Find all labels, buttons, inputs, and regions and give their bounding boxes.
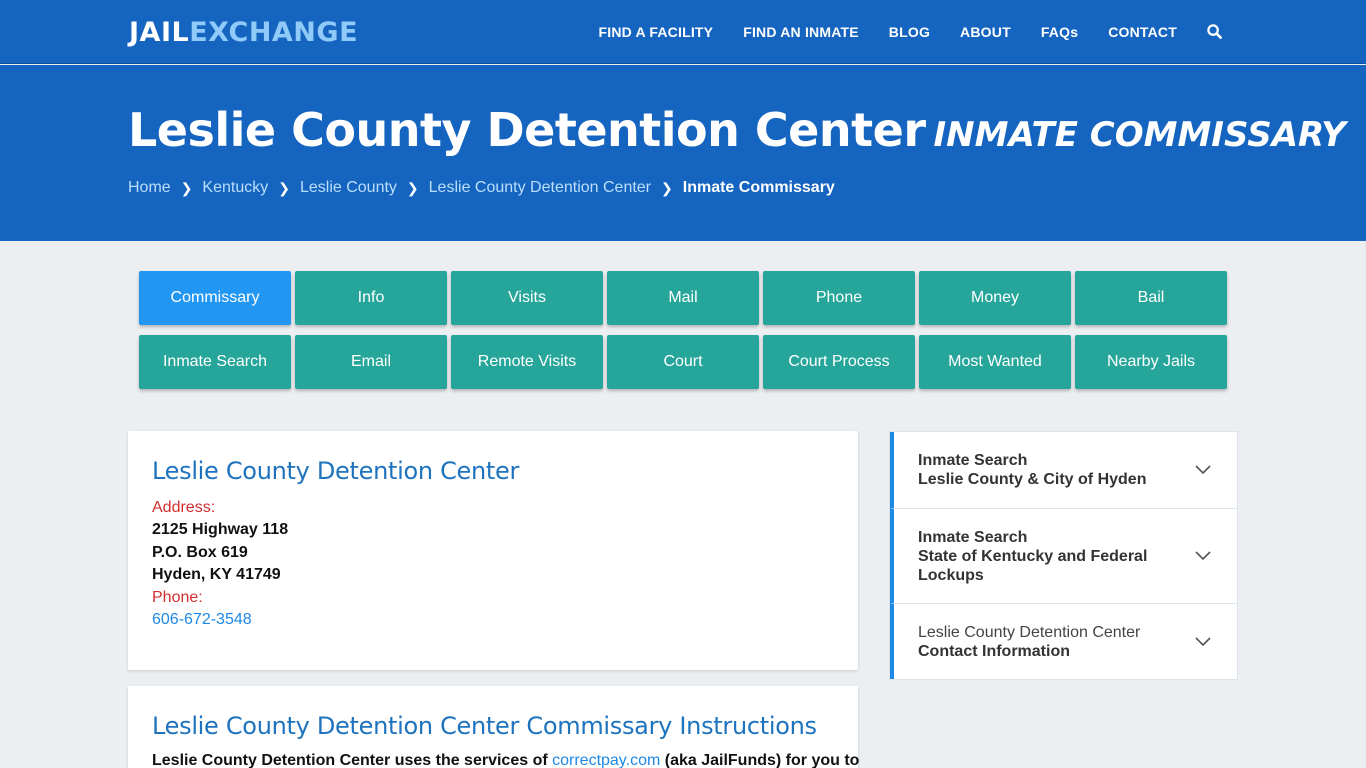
logo-part-1: JAIL: [129, 17, 190, 48]
accordion-subtitle: State of Kentucky and Federal Lockups: [918, 547, 1148, 584]
accordion-title: Inmate Search: [918, 452, 1028, 469]
tab-bail[interactable]: Bail: [1075, 271, 1227, 325]
accordion-contact-info[interactable]: Leslie County Detention Center Contact I…: [890, 604, 1237, 679]
instructions-heading: Leslie County Detention Center Commissar…: [152, 712, 817, 740]
address-line-1: 2125 Highway 118: [152, 521, 289, 538]
breadcrumb-county[interactable]: Leslie County: [300, 179, 397, 197]
search-icon[interactable]: [1207, 24, 1223, 40]
facility-name-heading: Leslie County Detention Center: [152, 457, 520, 485]
nav-blog[interactable]: BLOG: [889, 24, 930, 40]
nav-faqs[interactable]: FAQs: [1041, 24, 1078, 40]
tab-commissary[interactable]: Commissary: [139, 271, 291, 325]
chevron-down-icon: [1195, 636, 1211, 646]
site-logo[interactable]: JAILEXCHANGE: [129, 17, 358, 48]
page-title-main: Leslie County Detention Center: [128, 103, 926, 157]
chevron-right-icon: ❯: [661, 179, 673, 196]
accordion-title: Leslie County Detention Center: [918, 623, 1141, 641]
top-navbar: JAILEXCHANGE FIND A FACILITY FIND AN INM…: [0, 0, 1366, 64]
facility-tabs: Commissary Info Visits Mail Phone Money …: [139, 271, 1229, 389]
chevron-right-icon: ❯: [180, 179, 193, 196]
accordion-inmate-search-county[interactable]: Inmate Search Leslie County & City of Hy…: [890, 432, 1237, 509]
tab-court-process[interactable]: Court Process: [763, 335, 915, 389]
address-label: Address:: [152, 499, 216, 516]
main-nav: FIND A FACILITY FIND AN INMATE BLOG ABOU…: [568, 0, 1366, 64]
instructions-text-start: Leslie County Detention Center uses the …: [152, 752, 553, 768]
tab-most-wanted[interactable]: Most Wanted: [919, 335, 1071, 389]
phone-label: Phone:: [152, 588, 203, 606]
accordion-inmate-search-state[interactable]: Inmate Search State of Kentucky and Fede…: [890, 509, 1237, 604]
nav-find-facility[interactable]: FIND A FACILITY: [598, 24, 713, 40]
nav-find-inmate[interactable]: FIND AN INMATE: [743, 24, 859, 40]
breadcrumb-current: Inmate Commissary: [682, 179, 835, 196]
breadcrumb-home[interactable]: Home: [128, 179, 171, 197]
phone-link[interactable]: 606-672-3548: [152, 609, 834, 631]
accordion-title: Inmate Search: [918, 528, 1028, 546]
nav-about[interactable]: ABOUT: [960, 24, 1011, 40]
tab-court[interactable]: Court: [607, 335, 759, 389]
chevron-right-icon: ❯: [278, 179, 290, 196]
chevron-down-icon: [1195, 465, 1211, 475]
nav-contact[interactable]: CONTACT: [1108, 24, 1177, 40]
tab-info[interactable]: Info: [295, 271, 447, 325]
commissary-instructions-card: Leslie County Detention Center Commissar…: [128, 686, 859, 768]
correctpay-link[interactable]: correctpay.com: [552, 752, 660, 768]
address-line-2: P.O. Box 619: [152, 543, 248, 561]
page-hero: Leslie County Detention Center INMATE COM…: [0, 65, 1366, 241]
breadcrumb-facility[interactable]: Leslie County Detention Center: [429, 179, 651, 197]
tab-mail[interactable]: Mail: [607, 271, 759, 325]
tab-visits[interactable]: Visits: [451, 271, 603, 325]
chevron-down-icon: [1195, 551, 1211, 561]
address-line-3: Hyden, KY 41749: [152, 566, 281, 583]
accordion-subtitle: Leslie County & City of Hyden: [918, 471, 1147, 488]
tab-inmate-search[interactable]: Inmate Search: [139, 335, 291, 389]
tab-remote-visits[interactable]: Remote Visits: [451, 335, 603, 389]
breadcrumb-state[interactable]: Kentucky: [202, 179, 268, 197]
tab-money[interactable]: Money: [919, 271, 1071, 325]
sidebar-accordion: Inmate Search Leslie County & City of Hy…: [889, 431, 1238, 680]
page-subtitle: INMATE COMMISSARY: [933, 115, 1346, 155]
page-title: Leslie County Detention Center INMATE COM…: [128, 103, 1346, 157]
chevron-right-icon: ❯: [406, 179, 419, 196]
breadcrumb: Home ❯ Kentucky ❯ Leslie County ❯ Leslie…: [128, 179, 835, 197]
tab-phone[interactable]: Phone: [763, 271, 915, 325]
tab-nearby-jails[interactable]: Nearby Jails: [1075, 335, 1227, 389]
instructions-text: Leslie County Detention Center uses the …: [152, 752, 859, 768]
tab-email[interactable]: Email: [295, 335, 447, 389]
instructions-text-end: (aka JailFunds) for you to: [660, 752, 860, 768]
accordion-subtitle: Contact Information: [918, 642, 1070, 660]
facility-info-card: Leslie County Detention Center Address: …: [128, 431, 858, 670]
logo-part-2: EXCHANGE: [189, 17, 359, 48]
